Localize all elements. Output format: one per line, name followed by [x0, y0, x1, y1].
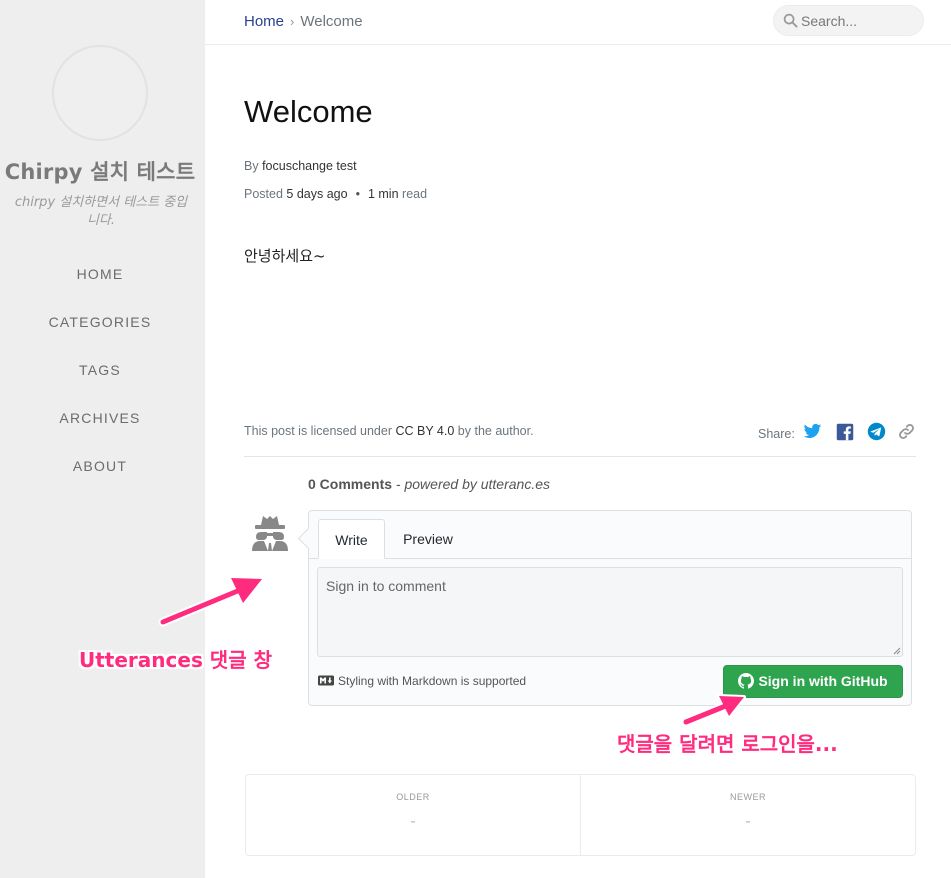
comment-textarea[interactable]: [317, 567, 903, 657]
sidebar-item-categories[interactable]: CATEGORIES: [0, 314, 200, 330]
newer-post-link[interactable]: NEWER -: [581, 775, 915, 855]
post-navigation: OLDER - NEWER -: [245, 774, 916, 856]
facebook-icon[interactable]: [836, 423, 854, 441]
read-time-suffix: read: [402, 187, 428, 201]
author-prefix: By: [244, 159, 259, 173]
comments-header: 0 Comments - powered by utteranc.es: [308, 476, 550, 492]
resize-handle-icon[interactable]: [893, 647, 901, 655]
breadcrumb-home-link[interactable]: Home: [244, 13, 284, 30]
newer-value: -: [745, 813, 751, 830]
breadcrumb-current: Welcome: [300, 13, 363, 30]
twitter-icon[interactable]: [803, 422, 822, 441]
older-label: OLDER: [396, 792, 430, 802]
meta-separator-dot: •: [355, 187, 360, 201]
posted-date: 5 days ago: [286, 187, 348, 201]
post-content: 안녕하세요~: [244, 247, 326, 265]
sidebar-item-home[interactable]: HOME: [0, 266, 200, 282]
powered-by-link[interactable]: - powered by utteranc.es: [396, 476, 550, 492]
tab-write[interactable]: Write: [318, 519, 385, 559]
sidebar-item-archives[interactable]: ARCHIVES: [0, 410, 200, 426]
comment-box: Write Preview Styling with Markdown is s…: [308, 510, 912, 706]
posted-prefix: Posted: [244, 187, 283, 201]
link-icon[interactable]: [898, 423, 915, 440]
markdown-hint-text: Styling with Markdown is supported: [338, 674, 527, 688]
anonymous-user-icon: [252, 516, 288, 551]
tab-preview[interactable]: Preview: [389, 519, 467, 559]
search-input[interactable]: [801, 11, 916, 31]
github-icon: [738, 673, 755, 689]
site-title[interactable]: Chirpy 설치 테스트: [0, 156, 200, 186]
sidebar-item-about[interactable]: ABOUT: [0, 458, 200, 474]
post-date-line: Posted 5 days ago • 1 min read: [244, 187, 427, 201]
sidebar: Chirpy 설치 테스트 chirpy 설치하면서 테스트 중입니다. HOM…: [0, 0, 205, 878]
search-box[interactable]: [773, 5, 924, 36]
newer-label: NEWER: [730, 792, 766, 802]
license-prefix: This post is licensed under: [244, 424, 392, 438]
site-subtitle: chirpy 설치하면서 테스트 중입니다.: [14, 195, 188, 228]
telegram-icon[interactable]: [867, 422, 886, 441]
license-link[interactable]: CC BY 4.0: [395, 424, 454, 438]
page-title: Welcome: [244, 94, 373, 129]
older-post-link[interactable]: OLDER -: [246, 775, 580, 855]
annotation-login-hint: 댓글을 달려면 로그인을...: [617, 732, 838, 756]
post-divider: [244, 456, 916, 457]
topbar: Home › Welcome: [205, 0, 951, 45]
license-notice: This post is licensed under CC BY 4.0 by…: [244, 424, 534, 438]
sign-in-button-label: Sign in with GitHub: [758, 673, 888, 689]
search-icon: [783, 13, 798, 28]
markdown-icon: [318, 675, 334, 686]
sidebar-item-tags[interactable]: TAGS: [0, 362, 200, 378]
read-time: 1 min: [367, 187, 399, 201]
older-value: -: [410, 813, 416, 830]
sign-in-with-github-button[interactable]: Sign in with GitHub: [723, 665, 903, 698]
license-suffix: by the author.: [457, 424, 534, 438]
annotation-utterances: Utterances 댓글 창: [79, 648, 272, 672]
breadcrumb-separator: ›: [290, 14, 295, 29]
avatar[interactable]: [52, 45, 148, 141]
post-author-line: By focuschange test: [244, 159, 357, 173]
share-label: Share:: [758, 427, 795, 441]
markdown-hint: Styling with Markdown is supported: [318, 674, 526, 688]
breadcrumb: Home › Welcome: [244, 13, 363, 30]
comment-count: 0 Comments: [308, 476, 393, 492]
author-name: focuschange test: [262, 159, 357, 173]
